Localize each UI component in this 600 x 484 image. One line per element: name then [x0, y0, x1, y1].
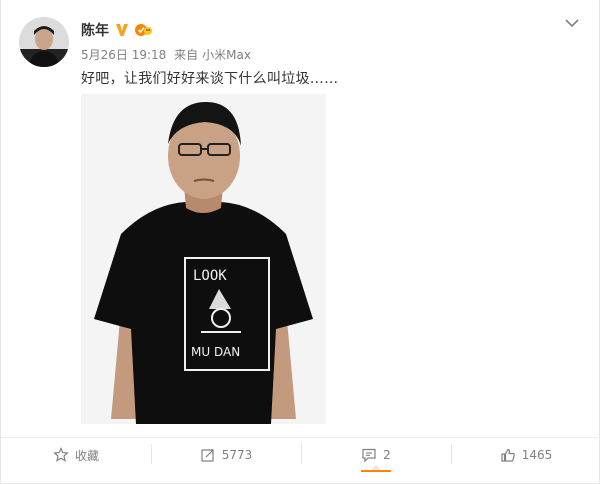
comment-button[interactable]: 2 — [301, 438, 451, 472]
like-icon — [500, 447, 516, 463]
favorite-label: 收藏 — [74, 448, 99, 463]
author-name[interactable]: 陈年 — [81, 20, 109, 40]
repost-count: 5773 — [221, 448, 253, 462]
vip-icon[interactable] — [135, 22, 153, 38]
avatar[interactable] — [19, 17, 69, 67]
comment-icon — [361, 447, 377, 463]
post-photo[interactable]: LOOK MU DAN — [81, 94, 326, 424]
action-bar: 收藏 5773 2 1465 — [1, 438, 600, 472]
repost-button[interactable]: 5773 — [151, 438, 301, 472]
author-row: 陈年 — [81, 20, 153, 40]
like-count: 1465 — [521, 448, 553, 462]
verified-icon — [114, 22, 130, 38]
chevron-down-icon[interactable] — [563, 14, 581, 32]
post-text: 好吧，让我们好好来谈下什么叫垃圾…… — [81, 71, 339, 87]
post-source: 小米Max — [202, 48, 251, 62]
shirt-text-mudan: MU DAN — [191, 345, 240, 359]
weibo-post-card: 陈年 5月26日 19:18 来自 小米Max 好吧，让我们好好来谈下什么叫垃圾…… — [0, 0, 600, 484]
repost-icon — [200, 447, 216, 463]
comment-count: 2 — [383, 448, 391, 462]
via-label: 来自 — [174, 48, 199, 62]
post-meta: 5月26日 19:18 来自 小米Max — [81, 46, 255, 63]
shirt-text-look: LOOK — [193, 268, 227, 284]
favorite-button[interactable]: 收藏 — [1, 438, 151, 472]
like-button[interactable]: 1465 — [451, 438, 600, 472]
post-date[interactable]: 5月26日 19:18 — [81, 48, 166, 62]
comment-indicator — [371, 465, 381, 470]
star-icon — [53, 447, 69, 463]
